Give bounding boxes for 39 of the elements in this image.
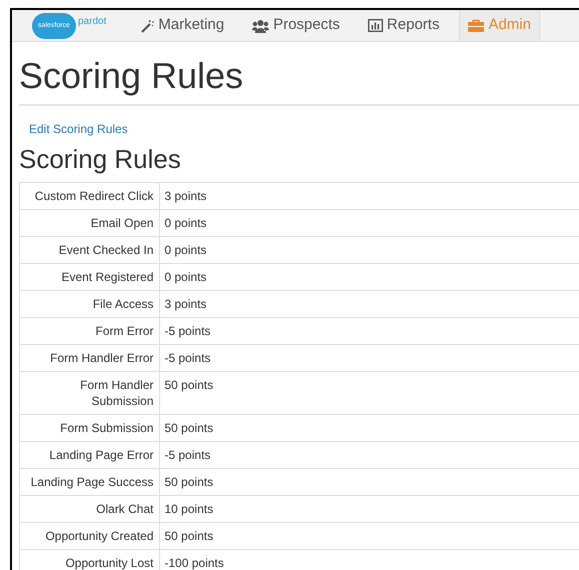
rule-name: Opportunity Created [20, 522, 159, 550]
rule-name: Form Handler Error [20, 344, 159, 372]
nav-tab[interactable]: Reports [360, 10, 448, 41]
section-title: Scoring Rules [19, 146, 181, 172]
rule-name: Olark Chat [20, 496, 159, 522]
rule-name: File Access [20, 290, 159, 318]
rule-points: 50 points [159, 468, 579, 496]
rule-points: -5 points [159, 344, 579, 372]
rule-name: Opportunity Lost [20, 550, 159, 570]
product-name: pardot [78, 15, 106, 29]
rule-points: -100 points [159, 550, 579, 570]
rule-name: Form Submission [20, 414, 159, 442]
rule-points: 3 points [159, 290, 579, 318]
rule-points: 50 points [159, 414, 579, 442]
rule-points: 50 points [159, 522, 579, 550]
rule-name: Form Error [20, 318, 159, 344]
rule-points: 3 points [159, 183, 579, 210]
rule-points: 0 points [159, 264, 579, 290]
rule-points: 50 points [159, 372, 579, 414]
rule-name: Email Open [20, 210, 159, 236]
page-title: Scoring Rules [19, 58, 244, 94]
rule-name: Event Checked In [20, 236, 159, 264]
people-icon [252, 18, 270, 32]
nav-tab[interactable]: Marketing [132, 10, 232, 41]
rule-name: Custom Redirect Click [20, 183, 159, 210]
bar-chart-icon [368, 19, 383, 32]
rule-name: Form Handler Submission [20, 372, 159, 414]
rule-points: 0 points [159, 210, 579, 236]
rule-name: Landing Page Success [20, 468, 159, 496]
rule-points: -5 points [159, 442, 579, 468]
rule-name: Event Registered [20, 264, 159, 290]
rule-points: -5 points [159, 318, 579, 344]
rule-points: 10 points [159, 496, 579, 522]
rule-points: 0 points [159, 236, 579, 264]
edit-link[interactable]: Edit Scoring Rules [29, 120, 128, 138]
wand-icon [140, 18, 154, 32]
nav-tab[interactable]: Prospects [244, 10, 348, 41]
briefcase-icon [468, 19, 484, 32]
rule-name: Landing Page Error [20, 442, 159, 468]
